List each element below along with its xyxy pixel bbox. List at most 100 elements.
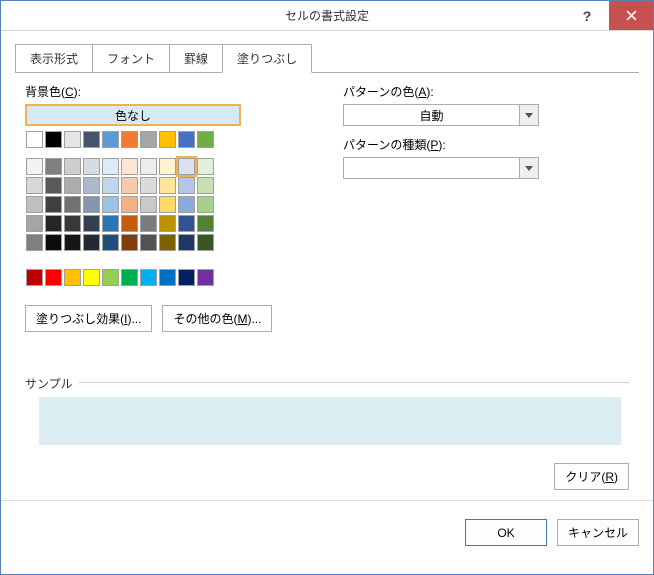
titlebar-buttons: ? [565,1,653,30]
color-swatch[interactable] [197,131,214,148]
color-swatch[interactable] [26,158,43,175]
color-swatch[interactable] [178,158,195,175]
color-swatch[interactable] [178,234,195,251]
bgcolor-label: 背景色(C): [25,83,325,100]
pattern-color-dropdown[interactable]: 自動 [343,104,539,126]
color-swatch[interactable] [159,158,176,175]
color-swatch[interactable] [121,234,138,251]
help-button[interactable]: ? [565,1,609,30]
pattern-color-label: パターンの色(A): [343,83,629,100]
color-swatch[interactable] [45,234,62,251]
color-swatch[interactable] [121,177,138,194]
sample-preview [39,397,621,445]
color-swatch[interactable] [26,131,43,148]
color-swatch[interactable] [83,158,100,175]
no-color-label: 色なし [115,107,151,124]
color-swatch[interactable] [140,269,157,286]
color-swatch[interactable] [159,234,176,251]
color-swatch[interactable] [45,158,62,175]
color-swatch[interactable] [178,196,195,213]
clear-button[interactable]: クリア(R) [554,463,629,490]
color-swatch[interactable] [45,177,62,194]
color-swatch[interactable] [64,269,81,286]
color-swatch[interactable] [64,177,81,194]
color-swatch[interactable] [140,177,157,194]
color-swatch[interactable] [197,215,214,232]
color-swatch[interactable] [45,269,62,286]
color-swatch[interactable] [159,196,176,213]
cancel-button[interactable]: キャンセル [557,519,639,546]
color-swatch[interactable] [64,158,81,175]
color-swatch[interactable] [45,215,62,232]
color-swatch[interactable] [178,269,195,286]
color-swatch[interactable] [26,234,43,251]
color-swatch[interactable] [26,196,43,213]
titlebar: セルの書式設定 ? [1,1,653,31]
color-swatch[interactable] [26,177,43,194]
dialog-title: セルの書式設定 [1,7,653,24]
color-swatch[interactable] [83,131,100,148]
pattern-color-dropdown-button[interactable] [519,104,539,126]
color-swatch[interactable] [140,158,157,175]
color-swatch[interactable] [121,215,138,232]
color-swatch[interactable] [121,196,138,213]
color-swatch[interactable] [140,215,157,232]
color-swatch[interactable] [102,177,119,194]
color-swatch[interactable] [140,196,157,213]
color-swatch[interactable] [64,131,81,148]
color-swatch[interactable] [102,131,119,148]
color-swatch[interactable] [45,196,62,213]
tab-0[interactable]: 表示形式 [15,44,93,73]
color-swatch[interactable] [121,269,138,286]
pattern-color-value: 自動 [343,104,519,126]
color-swatch[interactable] [83,234,100,251]
close-button[interactable] [609,1,653,30]
color-swatch[interactable] [159,269,176,286]
color-swatch[interactable] [64,196,81,213]
color-swatch[interactable] [197,234,214,251]
tab-1[interactable]: フォント [92,44,170,73]
color-swatch[interactable] [45,131,62,148]
color-swatch[interactable] [121,131,138,148]
color-swatch[interactable] [159,131,176,148]
sample-label: サンプル [25,375,79,392]
pattern-type-dropdown-button[interactable] [519,157,539,179]
color-swatch[interactable] [140,234,157,251]
color-swatch[interactable] [159,177,176,194]
color-swatch[interactable] [197,269,214,286]
color-swatch[interactable] [178,177,195,194]
color-swatch[interactable] [121,158,138,175]
color-swatch[interactable] [83,269,100,286]
no-color-button[interactable]: 色なし [25,104,241,126]
color-palette [25,130,325,287]
color-swatch[interactable] [159,215,176,232]
tab-3[interactable]: 塗りつぶし [222,44,312,73]
color-swatch[interactable] [64,234,81,251]
color-swatch[interactable] [178,131,195,148]
color-swatch[interactable] [197,196,214,213]
ok-button[interactable]: OK [465,519,547,546]
pattern-type-dropdown[interactable] [343,157,539,179]
chevron-down-icon [525,166,533,171]
color-swatch[interactable] [102,234,119,251]
color-swatch[interactable] [26,269,43,286]
tab-2[interactable]: 罫線 [169,44,223,73]
color-swatch[interactable] [83,196,100,213]
color-swatch[interactable] [26,215,43,232]
color-swatch[interactable] [197,158,214,175]
more-colors-button[interactable]: その他の色(M)... [162,305,272,332]
sample-fieldset: サンプル [25,382,629,445]
color-swatch[interactable] [197,177,214,194]
color-swatch[interactable] [102,215,119,232]
color-swatch[interactable] [102,269,119,286]
color-swatch[interactable] [102,196,119,213]
color-swatch[interactable] [178,215,195,232]
color-swatch[interactable] [64,215,81,232]
color-swatch[interactable] [102,158,119,175]
color-swatch[interactable] [83,177,100,194]
color-swatch[interactable] [83,215,100,232]
pattern-type-value [343,157,519,179]
fill-effects-button[interactable]: 塗りつぶし効果(I)... [25,305,152,332]
tab-strip: 表示形式フォント罫線塗りつぶし [1,31,653,72]
color-swatch[interactable] [140,131,157,148]
